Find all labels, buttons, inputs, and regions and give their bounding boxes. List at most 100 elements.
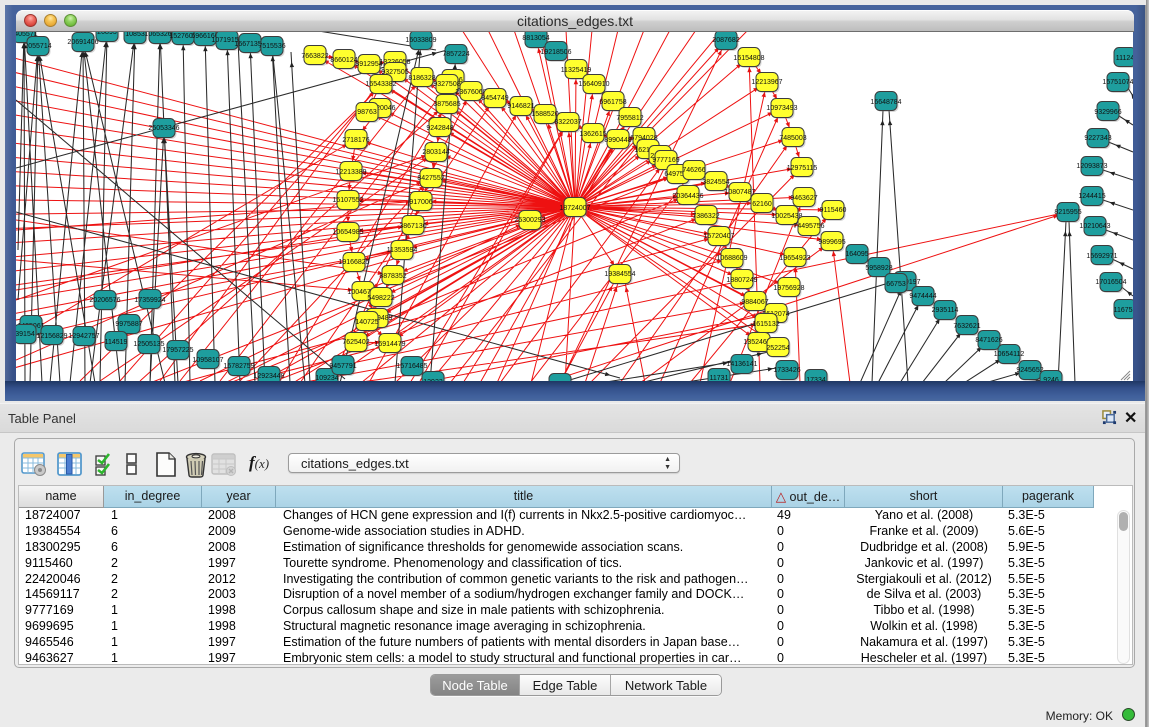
svg-text:16107552: 16107552 (332, 197, 363, 204)
svg-text:20893: 20893 (97, 32, 117, 36)
svg-text:116753: 116753 (1114, 307, 1133, 314)
svg-text:17334: 17334 (806, 377, 826, 381)
svg-text:1244415: 1244415 (1078, 193, 1105, 200)
svg-text:12213967: 12213967 (751, 79, 782, 86)
svg-text:17016504: 17016504 (1095, 279, 1126, 286)
svg-text:11325419: 11325419 (561, 67, 592, 74)
svg-text:9146821: 9146821 (507, 103, 534, 110)
svg-text:7857224: 7857224 (442, 51, 469, 58)
svg-text:9242848: 9242848 (426, 125, 453, 132)
svg-text:17957225: 17957225 (162, 347, 193, 354)
svg-text:9246: 9246 (1043, 377, 1059, 381)
svg-text:20364436: 20364436 (672, 193, 703, 200)
svg-text:10973493: 10973493 (766, 105, 797, 112)
svg-text:18807249: 18807249 (726, 277, 757, 284)
svg-text:12942757: 12942757 (68, 333, 99, 340)
svg-text:11124: 11124 (1116, 55, 1133, 62)
svg-text:1588520: 1588520 (531, 111, 558, 118)
svg-text:16154808: 16154808 (733, 55, 764, 62)
svg-text:19756928: 19756928 (773, 285, 804, 292)
svg-text:8471626: 8471626 (975, 337, 1002, 344)
svg-text:16033809: 16033809 (405, 37, 436, 44)
svg-text:39154: 39154 (16, 331, 35, 338)
svg-text:8215955: 8215955 (1054, 209, 1081, 216)
svg-text:19654923: 19654923 (779, 255, 810, 262)
svg-text:7485003: 7485003 (779, 135, 806, 142)
svg-text:20691406: 20691406 (67, 39, 98, 46)
svg-text:10958107: 10958107 (192, 357, 223, 364)
svg-text:10654112: 10654112 (994, 351, 1025, 358)
svg-text:9115460: 9115460 (820, 207, 847, 214)
svg-text:1615132: 1615132 (752, 321, 779, 328)
svg-text:164095: 164095 (845, 251, 868, 258)
svg-text:18724007: 18724007 (559, 205, 590, 212)
svg-text:19384554: 19384554 (604, 271, 635, 278)
svg-text:10025438: 10025438 (771, 213, 802, 220)
svg-text:9777169: 9777169 (652, 157, 679, 164)
svg-text:16782759: 16782759 (223, 363, 254, 370)
svg-text:8878352: 8878352 (379, 273, 406, 280)
svg-text:252254: 252254 (766, 345, 789, 352)
svg-text:6961758: 6961758 (599, 99, 626, 106)
svg-text:12213389: 12213389 (335, 169, 366, 176)
svg-text:9884067: 9884067 (741, 299, 768, 306)
svg-text:66753: 66753 (886, 281, 906, 288)
svg-text:8454749: 8454749 (481, 95, 508, 102)
svg-text:12505135: 12505135 (133, 341, 164, 348)
svg-text:2803144: 2803144 (422, 149, 449, 156)
svg-text:2087682: 2087682 (712, 37, 739, 44)
svg-text:10654985: 10654985 (332, 229, 363, 236)
svg-text:10210643: 10210643 (1079, 223, 1110, 230)
svg-text:12156829: 12156829 (36, 333, 67, 340)
svg-text:10853: 10853 (125, 32, 145, 38)
svg-text:9975887: 9975887 (115, 321, 142, 328)
svg-text:9474444: 9474444 (909, 293, 936, 300)
svg-text:9227343: 9227343 (1084, 135, 1111, 142)
svg-text:9329966: 9329966 (1094, 109, 1121, 116)
svg-text:109234: 109234 (315, 375, 338, 381)
svg-text:8990448: 8990448 (604, 137, 631, 144)
svg-text:2718176: 2718176 (342, 137, 369, 144)
svg-text:16640910: 16640910 (578, 81, 609, 88)
svg-text:16914479: 16914479 (374, 341, 405, 348)
svg-text:25053346: 25053346 (148, 125, 179, 132)
svg-text:7386322: 7386322 (692, 213, 719, 220)
svg-text:7632621: 7632621 (953, 323, 980, 330)
svg-text:8660124: 8660124 (330, 57, 357, 64)
svg-text:917006: 917006 (409, 199, 432, 206)
svg-text:15716485: 15716485 (396, 363, 427, 370)
svg-text:8813054: 8813054 (522, 35, 549, 42)
svg-text:1362615: 1362615 (579, 131, 606, 138)
svg-text:12923: 12923 (423, 379, 443, 381)
svg-text:114519: 114519 (105, 339, 128, 346)
svg-text:9457791: 9457791 (329, 363, 356, 370)
svg-text:2935114: 2935114 (932, 307, 959, 314)
svg-text:15751074: 15751074 (1102, 79, 1133, 86)
svg-text:11731: 11731 (710, 375, 729, 381)
svg-text:9245652: 9245652 (1016, 367, 1043, 374)
svg-text:9899695: 9899695 (818, 239, 845, 246)
svg-text:12093873: 12093873 (1076, 163, 1107, 170)
svg-text:20206576: 20206576 (89, 297, 120, 304)
svg-text:11353594: 11353594 (387, 247, 418, 254)
svg-text:7663822: 7663822 (301, 53, 328, 60)
svg-text:3867130: 3867130 (399, 223, 426, 230)
svg-text:98763: 98763 (357, 109, 377, 116)
svg-text:62160: 62160 (752, 201, 772, 208)
svg-text:16543382: 16543382 (365, 81, 396, 88)
svg-text:8427552: 8427552 (417, 175, 444, 182)
svg-text:8186328: 8186328 (408, 75, 435, 82)
svg-text:5498222: 5498222 (367, 295, 394, 302)
svg-text:9463627: 9463627 (790, 195, 817, 202)
svg-text:12975115: 12975115 (787, 165, 818, 172)
svg-text:74495756: 74495756 (793, 223, 824, 230)
svg-text:10688609: 10688609 (716, 255, 747, 262)
svg-text:19218506: 19218506 (540, 49, 571, 56)
svg-text:17359924: 17359924 (134, 297, 165, 304)
svg-text:25300293: 25300293 (514, 217, 545, 224)
svg-text:7625402: 7625402 (342, 339, 369, 346)
svg-text:746266: 746266 (682, 167, 705, 174)
svg-text:2055714: 2055714 (24, 43, 51, 50)
svg-text:3824554: 3824554 (702, 179, 729, 186)
svg-text:3875685: 3875685 (433, 101, 460, 108)
